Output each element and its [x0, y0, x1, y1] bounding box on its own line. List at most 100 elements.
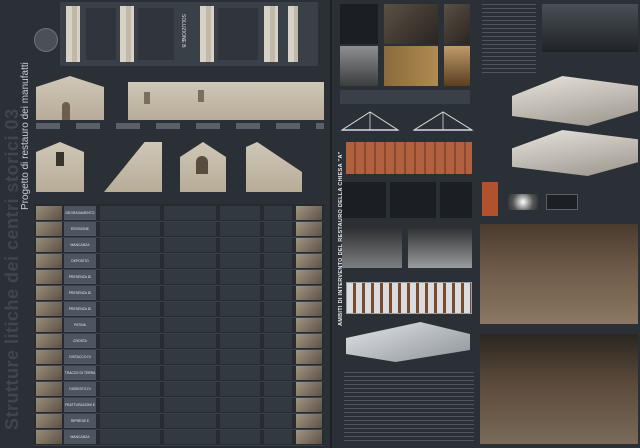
text-block-top	[482, 4, 536, 74]
table-cell	[264, 302, 292, 316]
table-cell	[220, 366, 260, 380]
axonometric-model	[346, 322, 470, 362]
church-photo-bw	[340, 46, 378, 86]
intervention-photo	[296, 430, 322, 444]
table-cell	[264, 270, 292, 284]
intervention-photo	[296, 382, 322, 396]
table-row: MANCANZA	[34, 430, 324, 446]
table-cell	[220, 334, 260, 348]
degradation-label: MANCANZA	[64, 430, 96, 444]
table-cell	[220, 318, 260, 332]
description-text	[344, 372, 474, 444]
interior-render-1	[480, 224, 638, 324]
degradation-label: DISTACCO DI ELEMENTI	[64, 350, 96, 364]
table-row: PRESENZA DI VEGETAZIONE INFESTANTE	[34, 286, 324, 302]
degradation-label: PRESENZA DI VEGETAZIONE	[64, 270, 96, 284]
table-row: EROSIONE	[34, 222, 324, 238]
table-row: PRESENZA DI VEGETAZIONE E ORGANISMI	[34, 302, 324, 318]
table-cell	[264, 382, 292, 396]
degradation-photo	[36, 238, 62, 252]
degradation-photo	[36, 382, 62, 396]
degradation-photo	[36, 270, 62, 284]
degradation-label: PATINA	[64, 318, 96, 332]
lighting-detail-2	[508, 194, 538, 210]
table-cell	[100, 382, 160, 396]
render-3d-2	[512, 130, 638, 176]
table-cell	[220, 430, 260, 444]
table-cell	[220, 350, 260, 364]
interior-photo-2	[384, 4, 438, 44]
sheet-subtitle: Progetto di restauro dei manufatti	[20, 62, 31, 210]
intervention-photo	[296, 238, 322, 252]
degradation-photo	[36, 366, 62, 380]
photo-caption-strip	[340, 90, 470, 104]
table-cell	[100, 238, 160, 252]
interior-photo-3	[444, 4, 470, 44]
intervention-photo	[296, 366, 322, 380]
facade-elevation	[36, 76, 104, 120]
nave-photo-1	[342, 226, 402, 268]
table-cell	[264, 398, 292, 412]
table-cell	[264, 254, 292, 268]
table-cell	[264, 366, 292, 380]
long-elevation	[128, 82, 324, 120]
truss-drawing-2	[412, 111, 474, 131]
degradation-photo	[36, 414, 62, 428]
table-row: RIPRESE E SUPERFICI DI MALTA	[34, 414, 324, 430]
nave-photo-2	[408, 226, 472, 268]
table-cell	[264, 414, 292, 428]
table-cell	[220, 254, 260, 268]
intervention-photo	[296, 318, 322, 332]
table-cell	[220, 238, 260, 252]
truss-drawing-1	[340, 111, 400, 131]
intervention-photo	[296, 270, 322, 284]
roof-photo	[384, 46, 438, 86]
intervention-photo	[296, 414, 322, 428]
table-cell	[100, 414, 160, 428]
plan-drawing	[346, 282, 472, 314]
table-cell	[164, 430, 216, 444]
elevation-captions	[36, 123, 324, 129]
table-cell	[164, 398, 216, 412]
intervention-photo	[296, 286, 322, 300]
table-cell	[164, 302, 216, 316]
table-cell	[100, 302, 160, 316]
section-drawing-3	[180, 142, 226, 192]
intervention-photo	[296, 254, 322, 268]
section-drawing-2	[104, 142, 162, 192]
table-cell	[220, 206, 260, 220]
degradation-photo	[36, 206, 62, 220]
table-row: TRACCE DI TERRA	[34, 366, 324, 382]
table-cell	[164, 318, 216, 332]
table-cell	[164, 350, 216, 364]
degradation-label: EROSIONE	[64, 222, 96, 236]
table-cell	[164, 254, 216, 268]
degradation-label: TRACCE DI TERRA	[64, 366, 96, 380]
table-cell	[100, 350, 160, 364]
intervention-photo	[296, 350, 322, 364]
table-cell	[100, 366, 160, 380]
intervention-photo	[296, 222, 322, 236]
section-drawing-4	[246, 142, 302, 192]
solution-label: SOLUZIONE B	[180, 14, 186, 48]
table-cell	[220, 302, 260, 316]
degradation-label: RIPRESE E SUPERFICI DI MALTA	[64, 414, 96, 428]
degradation-label: DEGRADAMENTO	[64, 206, 96, 220]
intervention-photo	[296, 302, 322, 316]
degradation-photo	[36, 398, 62, 412]
intervention-photo	[296, 334, 322, 348]
table-row: PRESENZA DI VEGETAZIONE	[34, 270, 324, 286]
logo-seal	[34, 28, 58, 52]
table-cell	[264, 222, 292, 236]
table-cell	[164, 366, 216, 380]
degradation-photo	[36, 286, 62, 300]
table-cell	[164, 382, 216, 396]
table-cell	[100, 206, 160, 220]
table-row: DEPOSITO SUPERFICIALE	[34, 254, 324, 270]
long-section-render	[542, 4, 638, 52]
table-cell	[264, 350, 292, 364]
table-cell	[164, 222, 216, 236]
table-cell	[220, 414, 260, 428]
intervention-photo	[296, 398, 322, 412]
degradation-photo	[36, 302, 62, 316]
